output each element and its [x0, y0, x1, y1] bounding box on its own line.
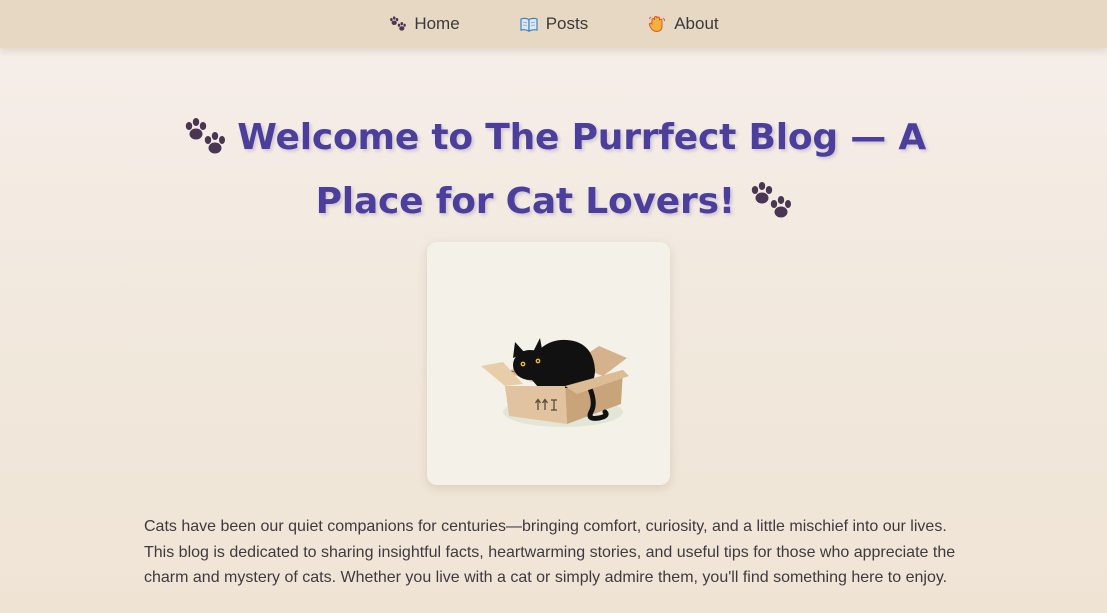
cat-image-card	[427, 242, 670, 485]
open-book-icon	[520, 15, 538, 33]
paw-prints-icon	[747, 178, 792, 218]
intro-paragraph: Cats have been our quiet companions for …	[144, 518, 956, 586]
nav-link-posts[interactable]: Posts	[520, 14, 589, 34]
cat-in-box-illustration	[481, 338, 629, 427]
nav-label-about: About	[674, 14, 719, 33]
paw-prints-icon	[388, 15, 407, 33]
top-navbar: Home Posts About	[0, 0, 1107, 48]
waving-hand-icon	[648, 15, 666, 33]
nav-link-about[interactable]: About	[648, 14, 719, 34]
nav-label-posts: Posts	[545, 14, 589, 33]
page-title: Welcome to The Purrfect Blog — A Place f…	[150, 106, 957, 234]
nav-link-home[interactable]: Home	[388, 14, 460, 34]
page-title-text: Welcome to The Purrfect Blog — A Place f…	[237, 117, 927, 222]
paw-prints-icon	[181, 114, 225, 154]
nav-label-home: Home	[414, 14, 460, 33]
